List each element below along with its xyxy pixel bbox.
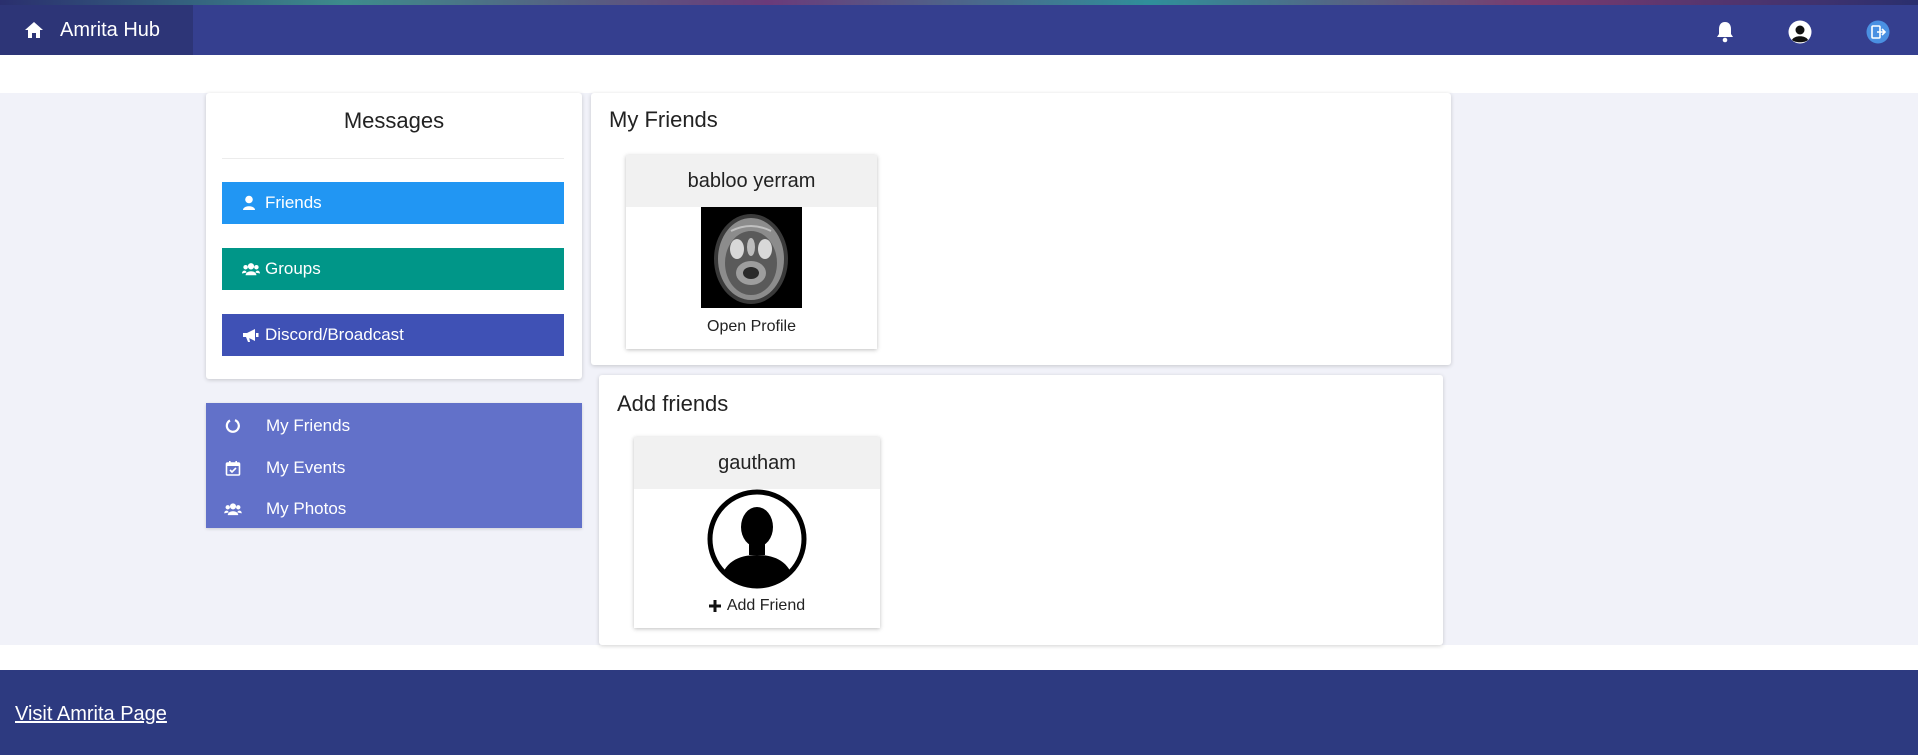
open-profile-link[interactable]: Open Profile [626, 318, 877, 336]
default-avatar-icon [707, 489, 807, 589]
footer: Visit Amrita Page [0, 670, 1918, 755]
users-icon [242, 261, 260, 277]
messages-card: Messages Friends Groups Discord/Broadcas… [206, 93, 582, 379]
circle-notch-icon [224, 417, 242, 435]
side-menu: My Friends My Events My Photos [206, 403, 582, 528]
side-item-my-events-label: My Events [266, 458, 346, 477]
bell-icon[interactable] [1713, 20, 1737, 44]
plus-icon [708, 600, 721, 612]
broadcast-button[interactable]: Discord/Broadcast [222, 314, 564, 356]
user-icon [242, 195, 260, 211]
friend-profile-image [701, 207, 802, 308]
brand-link[interactable]: Amrita Hub [0, 5, 193, 55]
logout-icon[interactable] [1866, 20, 1890, 44]
messages-divider [222, 158, 564, 159]
side-item-my-photos-label: My Photos [266, 499, 347, 518]
add-friends-title: Add friends [617, 391, 729, 416]
brand-title: Amrita Hub [60, 18, 161, 41]
add-friends-card: Add friends gautham Add Friend [599, 375, 1443, 645]
friend-card: babloo yerram Open Profile [626, 155, 877, 349]
top-navbar: Amrita Hub [0, 5, 1918, 55]
my-friends-title: My Friends [609, 107, 718, 132]
broadcast-button-label: Discord/Broadcast [265, 325, 404, 344]
visit-amrita-link[interactable]: Visit Amrita Page [15, 703, 167, 726]
side-item-my-friends[interactable]: My Friends [206, 409, 582, 443]
side-item-my-friends-label: My Friends [266, 416, 351, 435]
messages-title: Messages [343, 108, 445, 133]
add-friend-label: Add Friend [726, 597, 806, 614]
friend-name: babloo yerram [626, 155, 877, 207]
my-friends-card: My Friends babloo yerram Open Profile [591, 93, 1451, 365]
calendar-check-icon [224, 459, 242, 477]
home-icon [24, 21, 44, 39]
suggestion-card: gautham Add Friend [634, 437, 880, 628]
megaphone-icon [242, 327, 260, 343]
side-item-my-photos[interactable]: My Photos [206, 492, 582, 526]
side-item-my-events[interactable]: My Events [206, 451, 582, 485]
suggestion-name: gautham [634, 437, 880, 489]
user-avatar-icon[interactable] [1788, 20, 1812, 44]
friends-button[interactable]: Friends [222, 182, 564, 224]
users-icon [224, 500, 242, 518]
friends-button-label: Friends [265, 193, 322, 212]
add-friend-button[interactable]: Add Friend [634, 597, 880, 615]
groups-button[interactable]: Groups [222, 248, 564, 290]
groups-button-label: Groups [265, 259, 321, 278]
